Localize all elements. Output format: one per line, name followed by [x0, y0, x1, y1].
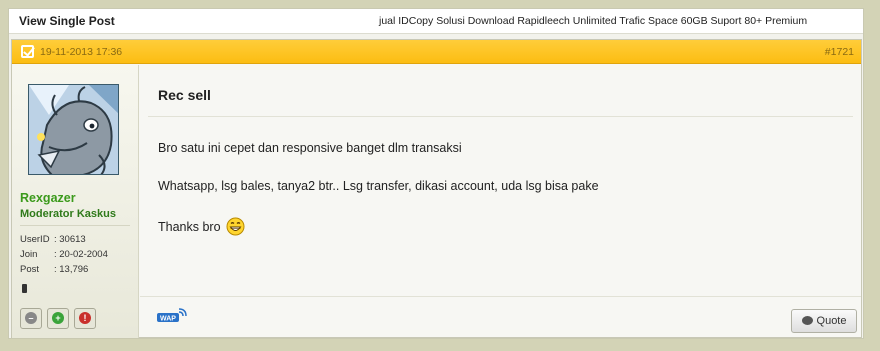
divider [140, 296, 861, 297]
top-bar: View Single Post jual IDCopy Solusi Down… [9, 9, 863, 34]
user-stats: UserID: 30613 Join: 20-02-2004 Post: 13,… [20, 232, 108, 277]
divider [148, 116, 853, 117]
stat-userid: UserID: 30613 [20, 234, 86, 245]
page-title: View Single Post [19, 14, 115, 28]
grin-smiley-icon [226, 217, 245, 239]
svg-text:WAP: WAP [160, 315, 176, 322]
divider [20, 225, 130, 226]
post-title: Rec sell [158, 87, 211, 103]
post-date: 19-11-2013 17:36 [40, 46, 123, 58]
message-icon: + [52, 312, 64, 324]
wap-icon[interactable]: WAP [157, 308, 187, 323]
report-button[interactable]: ! [74, 308, 96, 329]
post-content: Rec sell Bro satu ini cepet dan responsi… [140, 65, 861, 338]
profile-icon: – [25, 312, 37, 324]
post-number-link[interactable]: #1721 [825, 46, 854, 58]
avatar[interactable] [28, 84, 119, 175]
stat-join: Join: 20-02-2004 [20, 249, 108, 260]
post-container: 19-11-2013 17:36 #1721 Rexgazer Moderato… [11, 39, 862, 338]
message-line: Thanks bro [158, 217, 245, 239]
speech-bubble-icon [801, 316, 813, 325]
stat-post: Post: 13,796 [20, 264, 89, 275]
single-post-window: View Single Post jual IDCopy Solusi Down… [8, 8, 864, 339]
message-line: Whatsapp, lsg bales, tanya2 btr.. Lsg tr… [158, 179, 599, 193]
user-info-panel: Rexgazer Moderator Kaskus UserID: 30613 … [12, 65, 139, 338]
report-icon: ! [79, 312, 91, 324]
reputation-bar [22, 284, 27, 293]
post-header: 19-11-2013 17:36 #1721 [12, 40, 861, 64]
thread-title-link[interactable]: jual IDCopy Solusi Download Rapidleech U… [379, 15, 807, 27]
message-line: Bro satu ini cepet dan responsive banget… [158, 141, 462, 155]
username-link[interactable]: Rexgazer [20, 191, 76, 205]
checkbox-icon[interactable] [21, 45, 34, 58]
message-button[interactable]: + [47, 308, 69, 329]
profile-button[interactable]: – [20, 308, 42, 329]
user-title: Moderator Kaskus [20, 208, 116, 220]
quote-button[interactable]: Quote [791, 309, 857, 333]
